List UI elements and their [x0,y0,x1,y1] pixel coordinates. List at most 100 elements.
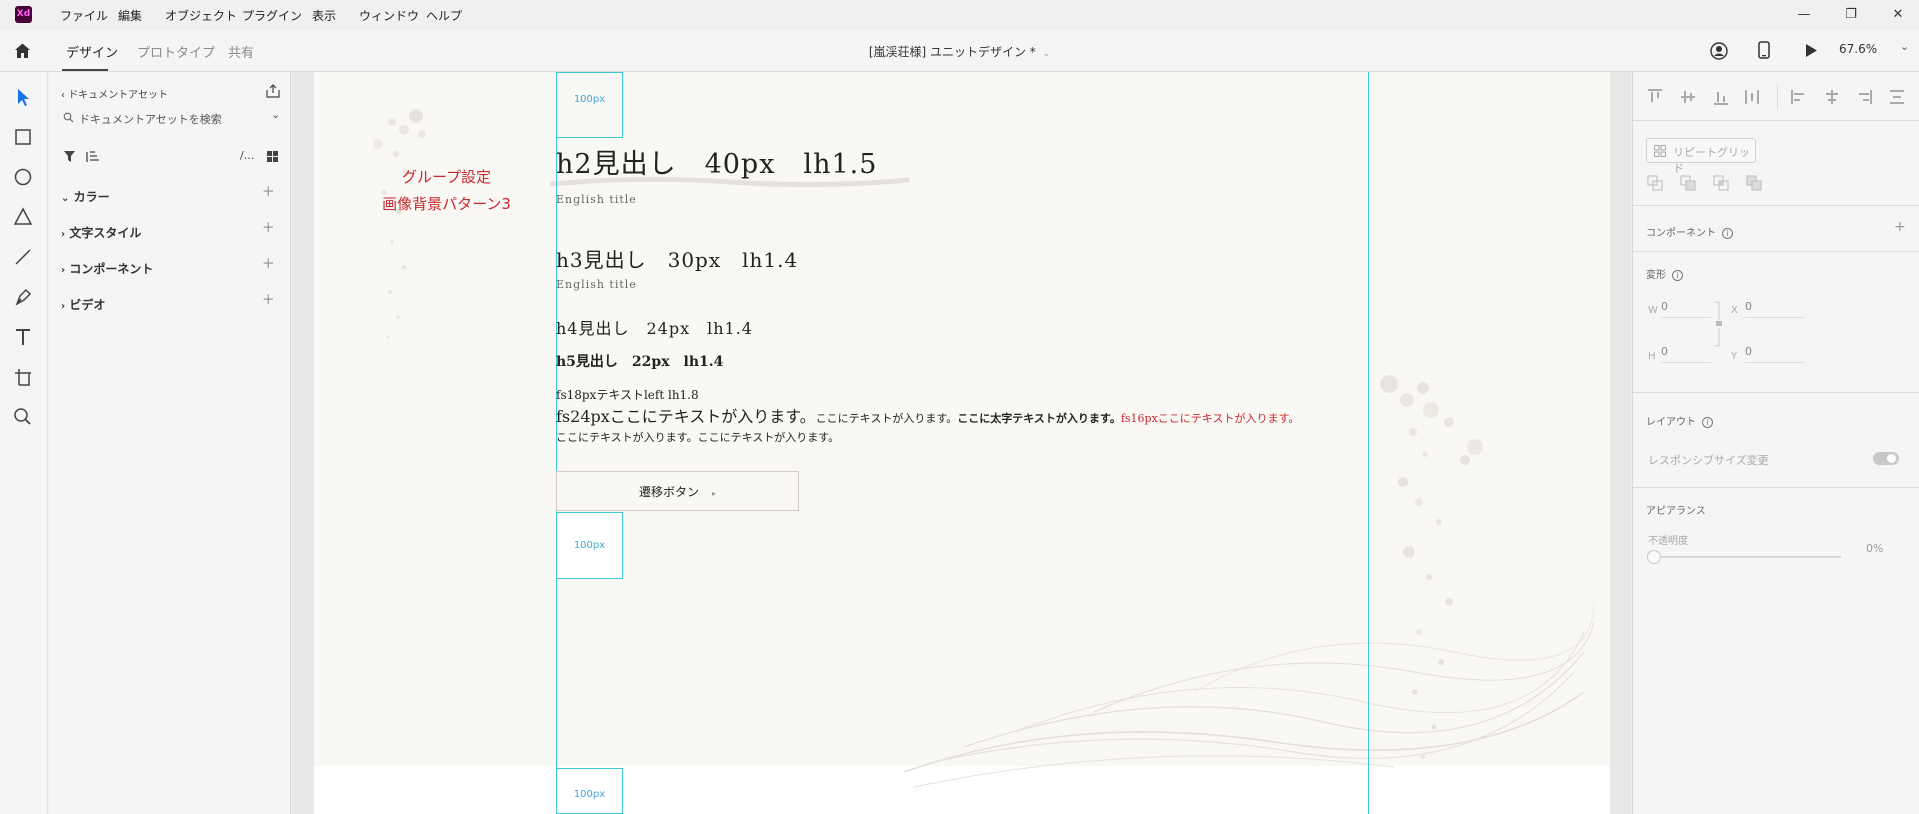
chevron-down-icon[interactable]: ⌄ [271,108,280,121]
section-text-styles[interactable]: › 文字スタイル [61,224,141,241]
info-icon[interactable]: i [1672,269,1683,281]
x-input[interactable]: 0 [1745,300,1805,318]
add-video-button[interactable]: + [262,290,275,308]
boolean-add-icon[interactable] [1647,175,1663,191]
width-input[interactable]: 0 [1661,300,1711,318]
mixed-text-line[interactable]: fs24pxここにテキストが入ります。ここにテキストが入ります。ここに太字テキス… [556,403,1299,427]
responsive-resize-toggle[interactable] [1873,452,1899,465]
zoom-level[interactable]: 67.6% [1839,42,1877,56]
align-center-icon[interactable] [1823,88,1841,106]
grid-view-icon[interactable] [266,150,279,163]
spacer-box-bottom[interactable]: 100px [556,768,623,814]
height-input[interactable]: 0 [1661,345,1711,363]
section-video[interactable]: › ビデオ [61,296,105,313]
filter-more[interactable]: /... [240,149,254,162]
play-icon[interactable] [1805,43,1818,58]
boolean-exclude-icon[interactable] [1746,175,1762,191]
chevron-down-icon: ⌄ [1042,49,1051,59]
menu-help[interactable]: ヘルプ [426,7,462,24]
menu-edit[interactable]: 編集 [118,7,142,24]
assets-back-link[interactable]: ‹ ドキュメントアセット [61,86,168,101]
menu-file[interactable]: ファイル [60,7,108,24]
transition-button[interactable]: 遷移ボタン ▸ [556,471,799,511]
h3-english-title[interactable]: English title [556,278,637,291]
align-right-icon[interactable] [1855,88,1873,106]
spacer-box-middle[interactable]: 100px [556,512,623,579]
search-icon [63,112,74,123]
chevron-right-icon: › [61,301,66,312]
component-section: コンポーネント i [1646,224,1733,239]
section-video-label: ビデオ [69,298,106,312]
repeat-grid-button[interactable]: リピートグリッド [1646,138,1756,175]
top-toolbar: デザイン プロトタイプ 共有 [嵐渓荘様] ユニットデザイン * ⌄ 67.6%… [0,30,1919,72]
mobile-preview-icon[interactable] [1758,41,1770,59]
menu-window[interactable]: ウィンドウ [359,7,419,24]
section-colors[interactable]: ⌄ カラー [61,188,110,205]
transform-label: 変形 [1646,270,1666,281]
h4-heading[interactable]: h4見出し 24px lh1.4 [556,315,753,339]
repeat-grid-label: リピートグリッド [1673,146,1750,175]
add-color-button[interactable]: + [262,182,275,200]
artboard[interactable]: 100px 100px 100px グループ設定 画像背景パターン3 h2見出し… [314,72,1610,814]
h3-heading[interactable]: h3見出し 30px lh1.4 [556,244,798,273]
filter-icon[interactable] [63,150,76,163]
design-canvas[interactable]: 100px 100px 100px グループ設定 画像背景パターン3 h2見出し… [292,72,1631,814]
zoom-tool-icon[interactable] [12,406,34,428]
text-tool-icon[interactable] [12,326,34,348]
rectangle-tool-icon[interactable] [12,126,34,148]
menu-object[interactable]: オブジェクト [165,7,237,24]
align-middle-icon[interactable] [1679,88,1697,106]
info-icon[interactable]: i [1722,227,1733,239]
ellipse-tool-icon[interactable] [12,166,34,188]
menu-view[interactable]: 表示 [312,7,336,24]
restore-icon[interactable]: ❐ [1836,5,1866,25]
layout-section: レイアウト i [1646,413,1713,428]
fs24-text: fs24pxここにテキストが入ります。 [556,407,816,426]
lock-aspect-icon[interactable] [1713,300,1725,348]
section-components[interactable]: › コンポーネント [61,260,153,277]
distribute-horizontal-icon[interactable] [1888,88,1906,106]
align-bottom-icon[interactable] [1712,88,1730,106]
boolean-intersect-icon[interactable] [1713,175,1729,191]
close-icon[interactable]: ✕ [1883,5,1913,25]
pen-tool-icon[interactable] [12,286,34,308]
minimize-icon[interactable]: — [1789,5,1819,25]
height-label: H [1648,351,1656,362]
document-title[interactable]: [嵐渓荘様] ユニットデザイン * ⌄ [0,43,1919,60]
panel-divider [1633,120,1919,121]
assets-search-field[interactable]: ドキュメントアセットを検索 ⌄ [61,108,283,128]
distribute-vertical-icon[interactable] [1743,88,1761,106]
spacer-box-top[interactable]: 100px [556,72,623,138]
h5-heading[interactable]: h5見出し 22px lh1.4 [556,351,723,371]
transition-button-label: 遷移ボタン [638,485,699,499]
sort-icon[interactable] [86,150,101,163]
line-tool-icon[interactable] [12,246,34,268]
opacity-slider-track[interactable] [1661,556,1841,558]
add-component-button[interactable]: + [1894,219,1906,235]
h2-english-title[interactable]: English title [556,193,637,206]
select-tool-icon[interactable] [12,86,34,108]
boolean-subtract-icon[interactable] [1680,175,1696,191]
align-left-icon[interactable] [1790,88,1808,106]
y-input[interactable]: 0 [1745,345,1805,363]
h2-heading[interactable]: h2見出し 40px lh1.5 [556,142,877,181]
transform-section: 変形 i [1646,266,1683,281]
align-top-icon[interactable] [1646,88,1664,106]
menu-bar: Xd ファイル 編集 オブジェクト プラグイン 表示 ウィンドウ ヘルプ — ❐… [0,0,1919,30]
polygon-tool-icon[interactable] [12,206,34,228]
opacity-value[interactable]: 0% [1866,542,1883,555]
account-icon[interactable] [1710,42,1728,60]
opacity-slider-handle[interactable] [1647,550,1661,564]
info-icon[interactable]: i [1702,416,1713,428]
body-text-line-2[interactable]: ここにテキストが入ります。ここにテキストが入ります。 [556,429,839,445]
menu-plugins[interactable]: プラグイン [242,7,302,24]
export-icon[interactable] [266,84,280,98]
add-text-style-button[interactable]: + [262,218,275,236]
section-components-label: コンポーネント [69,262,154,276]
zoom-chevron-icon[interactable]: ⌄ [1900,40,1909,53]
layout-label: レイアウト [1646,417,1696,428]
fs18-text[interactable]: fs18pxテキストleft lh1.8 [556,386,699,403]
artboard-tool-icon[interactable] [12,366,34,388]
annotation-line-2: 画像背景パターン3 [382,195,511,213]
add-component-button[interactable]: + [262,254,275,272]
